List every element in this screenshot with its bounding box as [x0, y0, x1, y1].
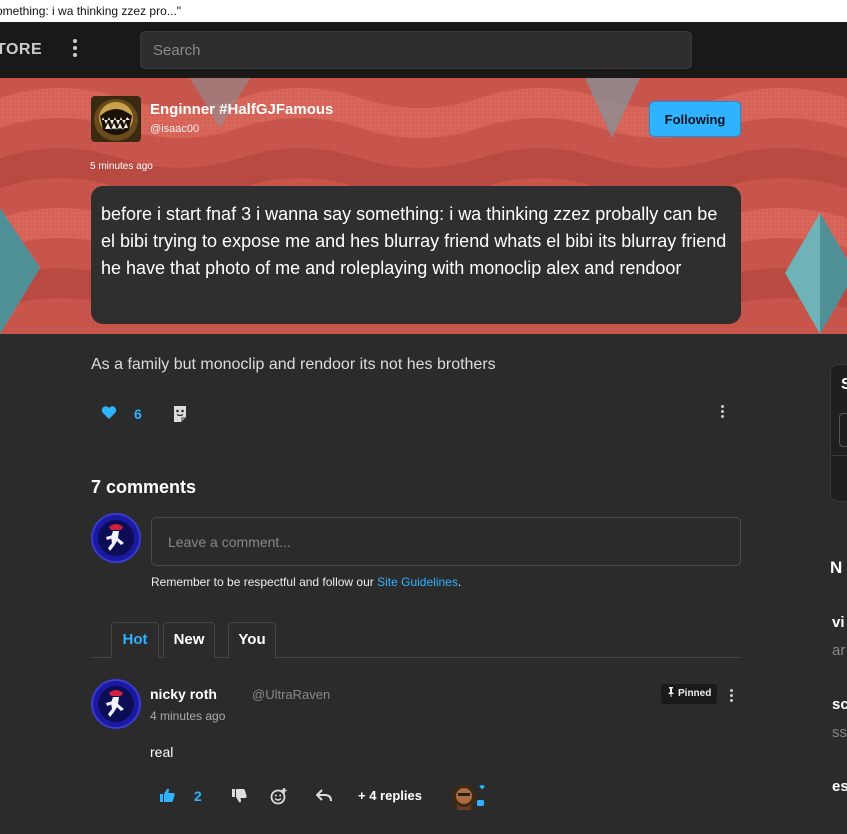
- sidebar-card-input[interactable]: [839, 413, 847, 447]
- post-extra-text: As a family but monoclip and rendoor its…: [91, 356, 496, 373]
- search-input[interactable]: [140, 31, 692, 69]
- commenter-name[interactable]: nicky roth: [150, 686, 217, 702]
- commenter-avatar[interactable]: [91, 679, 141, 729]
- sidebar-item-1-sub: ar: [832, 642, 846, 659]
- comments-count-title: 7 comments: [91, 477, 197, 497]
- reply-icon[interactable]: [316, 788, 332, 802]
- comment-time: 4 minutes ago: [150, 709, 226, 723]
- sidebar-card: S: [830, 364, 847, 502]
- tab-title-text: omething: i wa thinking zzez pro...": [0, 4, 182, 18]
- sidebar-heading: N: [830, 558, 843, 577]
- pinned-label: Pinned: [678, 688, 712, 699]
- thumbs-up-icon[interactable]: [160, 788, 175, 802]
- post-time: 5 minutes ago: [90, 161, 153, 172]
- sidebar-item-2[interactable]: sc: [832, 696, 847, 713]
- pinned-badge: Pinned: [661, 684, 718, 704]
- author-name[interactable]: Enginner #HalfGJFamous: [150, 101, 333, 118]
- add-reaction-icon[interactable]: [270, 787, 288, 805]
- sidebar-card-heading: S: [841, 376, 847, 394]
- thumbs-down-icon[interactable]: [232, 789, 247, 803]
- commenter-handle[interactable]: @UltraRaven: [252, 687, 330, 702]
- post-like-count: 6: [134, 406, 142, 422]
- comment-actions: 2 + 4 replies: [150, 782, 510, 812]
- comment-input[interactable]: [151, 517, 741, 566]
- reply-author-avatar[interactable]: [448, 782, 488, 812]
- sticker-icon[interactable]: [172, 405, 188, 423]
- store-link[interactable]: TORE: [0, 41, 42, 59]
- site-guidelines-link[interactable]: Site Guidelines: [377, 575, 458, 589]
- comment-more-icon[interactable]: [726, 687, 736, 707]
- guidelines-suffix: .: [457, 575, 462, 589]
- comment-text: real: [150, 744, 174, 760]
- author-handle[interactable]: @isaac00: [150, 123, 199, 135]
- top-nav: TORE: [0, 22, 847, 78]
- browser-tab-title: omething: i wa thinking zzez pro...": [0, 0, 847, 22]
- sidebar-list: vi ar sc ss es: [832, 600, 847, 834]
- post-actions: 6: [91, 400, 741, 428]
- sidebar-item-2-sub: ss: [832, 724, 847, 741]
- tab-hot[interactable]: Hot: [111, 622, 159, 658]
- guidelines-note: Remember to be respectful and follow our…: [151, 575, 461, 589]
- pin-icon: [668, 687, 674, 697]
- comment-like-count: 2: [194, 788, 202, 804]
- view-replies-link[interactable]: + 4 replies: [358, 788, 422, 803]
- post-more-icon[interactable]: [717, 403, 727, 425]
- post-body: before i start fnaf 3 i wanna say someth…: [91, 186, 741, 324]
- sidebar-item-3[interactable]: es: [832, 778, 847, 795]
- tab-you[interactable]: You: [228, 622, 276, 658]
- guidelines-prefix: Remember to be respectful and follow our: [151, 575, 378, 589]
- sidebar-card-divider: [831, 455, 847, 456]
- current-user-avatar[interactable]: [91, 513, 141, 563]
- tab-new[interactable]: New: [163, 622, 215, 658]
- following-button[interactable]: Following: [649, 101, 741, 137]
- author-avatar[interactable]: [91, 96, 141, 142]
- sidebar-item-1[interactable]: vi: [832, 614, 845, 631]
- comment-sort-tabs: Hot New You: [91, 622, 741, 658]
- nav-more-icon[interactable]: [66, 36, 84, 62]
- heart-icon[interactable]: [101, 406, 117, 420]
